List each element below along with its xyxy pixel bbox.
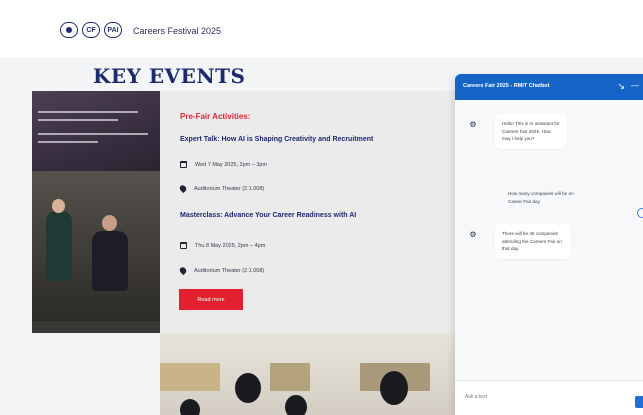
top-bar: CF PAI Careers Festival 2025 — [0, 0, 643, 58]
partner-logo-icon: CF — [82, 22, 100, 38]
brand-title[interactable]: Careers Festival 2025 — [133, 26, 221, 36]
page-title: KEY EVENTS — [93, 64, 246, 88]
talk-date: Wed 7 May 2025, 2pm – 3pm — [195, 161, 268, 168]
location-pin-icon — [178, 183, 188, 194]
user-message: How many companies will be on Career Fai… — [501, 184, 587, 211]
talk-date-row: Thu 8 May 2025, 2pm – 4pm — [180, 242, 265, 249]
read-more-button[interactable]: Read more — [179, 289, 243, 310]
chatbot-widget: Careers Fair 2025 - RMIT Chatbot ↘ — ⚙ H… — [455, 74, 643, 415]
talk-venue: Auditorium Theater (2.1.008) — [194, 185, 265, 192]
calendar-icon — [180, 242, 187, 249]
logo-group[interactable]: CF PAI — [60, 22, 122, 38]
crowd-photo — [160, 333, 455, 415]
talk-venue-row: Auditorium Theater (2.1.008) — [178, 265, 265, 276]
event-details-panel: Pre-Fair Activities: Expert Talk: How AI… — [160, 91, 455, 333]
talk-date: Thu 8 May 2025, 2pm – 4pm — [195, 242, 266, 249]
talk-title: Masterclass: Advance Your Career Readine… — [180, 212, 357, 219]
minimize-icon[interactable]: ↘ — [617, 82, 625, 91]
talk-date-row: Wed 7 May 2025, 2pm – 3pm — [180, 161, 267, 168]
calendar-icon — [180, 161, 187, 168]
chat-header: Careers Fair 2025 - RMIT Chatbot ↘ — — [455, 74, 643, 100]
presentation-screen — [32, 91, 160, 171]
typing-indicator-icon — [637, 208, 643, 218]
chat-input[interactable] — [465, 390, 615, 404]
event-photo — [32, 91, 160, 333]
bot-avatar-icon: ⚙ — [469, 230, 477, 239]
close-icon[interactable]: — — [631, 81, 639, 90]
talk-venue: Auditorium Theater (2.1.008) — [194, 267, 265, 274]
chat-header-title: Careers Fair 2025 - RMIT Chatbot — [463, 83, 550, 89]
bot-avatar-icon: ⚙ — [469, 120, 477, 129]
send-button[interactable] — [635, 396, 643, 408]
location-pin-icon — [178, 265, 188, 276]
bot-message: There will be 45 companies attending the… — [495, 224, 571, 259]
chat-message-list: ⚙ Hello! This is AI assistant for Career… — [455, 100, 643, 380]
bot-message: Hello! This is AI assistant for Careers … — [495, 114, 567, 149]
section-label: Pre-Fair Activities: — [180, 112, 251, 121]
chat-input-area — [455, 380, 643, 415]
university-crest-icon — [60, 22, 78, 38]
stage — [32, 171, 160, 333]
pai-logo-icon: PAI — [104, 22, 122, 38]
talk-venue-row: Auditorium Theater (2.1.008) — [178, 183, 265, 194]
talk-title: Expert Talk: How AI is Shaping Creativit… — [180, 136, 374, 143]
